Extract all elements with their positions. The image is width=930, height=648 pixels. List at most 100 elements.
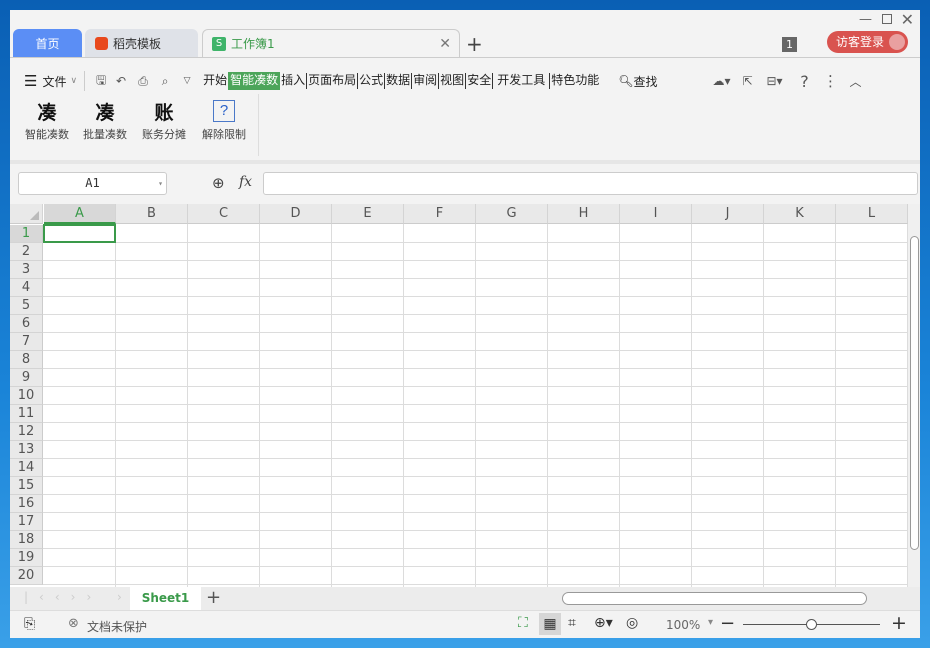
tab-smart-sum[interactable]: 智能凑数 — [228, 72, 281, 90]
row-header[interactable]: 15 — [10, 477, 43, 495]
protection-status[interactable]: 文档未保护 — [87, 618, 147, 635]
batch-sum-button[interactable]: 凑批量凑数 — [77, 98, 133, 142]
row-header[interactable]: 9 — [10, 369, 43, 387]
tab-home[interactable]: 首页 — [13, 29, 82, 57]
more-dropdown-icon[interactable]: ▽ — [176, 76, 198, 86]
column-header[interactable]: G — [476, 204, 548, 224]
fx-button[interactable]: fx — [239, 174, 252, 190]
docer-icon — [95, 36, 108, 50]
row-header[interactable]: 11 — [10, 405, 43, 423]
formula-input[interactable] — [263, 172, 918, 195]
grid-line — [43, 314, 908, 315]
hamburger-icon[interactable]: ☰ — [24, 72, 37, 90]
close-tab-icon[interactable]: ✕ — [439, 36, 451, 52]
row-header[interactable]: 6 — [10, 315, 43, 333]
tab-security[interactable]: 安全 — [466, 73, 494, 89]
name-box[interactable]: A1 ▾ — [18, 172, 167, 195]
unlock-button[interactable]: ? 解除限制 — [196, 98, 252, 142]
column-header[interactable]: A — [44, 204, 116, 224]
print-preview-icon[interactable]: ⌕ — [154, 74, 176, 89]
close-window-button[interactable]: ✕ — [901, 10, 914, 29]
vertical-scrollbar[interactable] — [908, 204, 920, 587]
tab-data[interactable]: 数据 — [385, 73, 413, 89]
column-header[interactable]: L — [836, 204, 908, 224]
tab-review[interactable]: 审阅 — [412, 73, 440, 89]
normal-view-icon[interactable]: ▦ — [539, 613, 561, 635]
fullscreen-icon[interactable]: ⛶ — [518, 615, 528, 631]
column-header[interactable]: D — [260, 204, 332, 224]
file-menu[interactable]: 文件 — [42, 73, 66, 90]
help-icon[interactable]: ? — [789, 72, 819, 91]
new-tab-button[interactable]: + — [466, 32, 483, 56]
smart-sum-button[interactable]: 凑智能凑数 — [19, 98, 75, 142]
undo-icon[interactable]: ↶ — [110, 74, 132, 88]
column-header[interactable]: K — [764, 204, 836, 224]
tab-start[interactable]: 开始 — [202, 73, 228, 89]
row-header[interactable]: 18 — [10, 531, 43, 549]
row-header[interactable]: 7 — [10, 333, 43, 351]
row-header[interactable]: 20 — [10, 567, 43, 585]
row-header[interactable]: 2 — [10, 243, 43, 261]
tab-workbook[interactable]: S 工作簿1 ✕ — [202, 29, 460, 57]
horizontal-scrollbar[interactable] — [562, 592, 867, 605]
grid-line — [43, 494, 908, 495]
more-icon[interactable]: ⋮ — [819, 72, 841, 90]
tab-formula[interactable]: 公式 — [358, 73, 386, 89]
tab-templates[interactable]: 稻壳模板 — [85, 29, 198, 57]
maximize-button[interactable] — [882, 14, 892, 24]
row-header[interactable]: 4 — [10, 279, 43, 297]
column-header[interactable]: I — [620, 204, 692, 224]
column-header[interactable]: E — [332, 204, 404, 224]
zoom-level[interactable]: 100% — [666, 618, 700, 632]
device-icon[interactable]: ⎘ — [24, 616, 35, 632]
row-header[interactable]: 19 — [10, 549, 43, 567]
tab-view[interactable]: 视图 — [439, 73, 467, 89]
tab-page-layout[interactable]: 页面布局 — [307, 73, 359, 89]
search-icon[interactable]: 🔍︎ — [618, 74, 633, 88]
window-count-badge[interactable]: 1 — [782, 37, 797, 52]
column-header[interactable]: F — [404, 204, 476, 224]
login-button[interactable]: 访客登录 — [827, 31, 908, 53]
divider — [258, 94, 259, 156]
share-icon[interactable]: ⇱ — [735, 74, 759, 88]
tab-features[interactable]: 特色功能 — [550, 73, 600, 89]
zoom-out-button[interactable]: − — [720, 613, 735, 634]
page-break-icon[interactable]: ⌗ — [568, 615, 576, 631]
column-header[interactable]: B — [116, 204, 188, 224]
menu-bar: ☰ 文件 ∨ 🖫 ↶ ⎙ ⌕ ▽ 开始 智能凑数 插入 页面布局 公式 数据 审… — [10, 68, 920, 94]
row-header[interactable]: 3 — [10, 261, 43, 279]
add-sheet-button[interactable]: + — [206, 587, 221, 608]
active-cell-A1[interactable] — [43, 224, 116, 243]
print-icon[interactable]: ⎙ — [132, 74, 154, 89]
spreadsheet-grid[interactable]: A B C D E F G H I J K L 1 2 3 4 5 6 7 8 9 10 11 12 13 14 15 16 17 18 1… — [10, 204, 908, 587]
zoom-in-button[interactable]: + — [891, 612, 907, 634]
column-header[interactable]: C — [188, 204, 260, 224]
sheet-tab-active[interactable]: Sheet1 — [130, 587, 201, 610]
search-button[interactable]: 查找 — [633, 73, 657, 90]
row-header[interactable]: 5 — [10, 297, 43, 315]
eye-protect-icon[interactable]: ◎ — [626, 615, 638, 631]
row-header[interactable]: 13 — [10, 441, 43, 459]
row-header[interactable]: 10 — [10, 387, 43, 405]
column-header[interactable]: H — [548, 204, 620, 224]
row-header[interactable]: 16 — [10, 495, 43, 513]
row-header[interactable]: 14 — [10, 459, 43, 477]
zoom-formula-icon[interactable]: ⊕ — [212, 174, 225, 192]
column-header[interactable]: J — [692, 204, 764, 224]
reading-mode-icon[interactable]: ⊕▾ — [594, 615, 613, 631]
row-header[interactable]: 8 — [10, 351, 43, 369]
save-icon[interactable]: 🖫 — [92, 71, 110, 92]
scroll-thumb[interactable] — [910, 236, 919, 550]
zoom-slider-thumb[interactable] — [806, 619, 817, 630]
allocation-button[interactable]: 账账务分摊 — [136, 98, 192, 142]
row-header[interactable]: 12 — [10, 423, 43, 441]
cloud-icon[interactable]: ☁▾ — [707, 74, 735, 88]
tab-developer[interactable]: 开发工具 — [493, 73, 551, 89]
collapse-panel-icon[interactable]: ⊟▾ — [759, 74, 789, 88]
row-header[interactable]: 17 — [10, 513, 43, 531]
minimize-button[interactable]: — — [859, 12, 872, 27]
tab-insert[interactable]: 插入 — [280, 73, 308, 89]
select-all-corner[interactable] — [10, 204, 43, 224]
collapse-ribbon-icon[interactable]: ︿ — [841, 73, 869, 90]
row-header[interactable]: 1 — [10, 225, 43, 243]
